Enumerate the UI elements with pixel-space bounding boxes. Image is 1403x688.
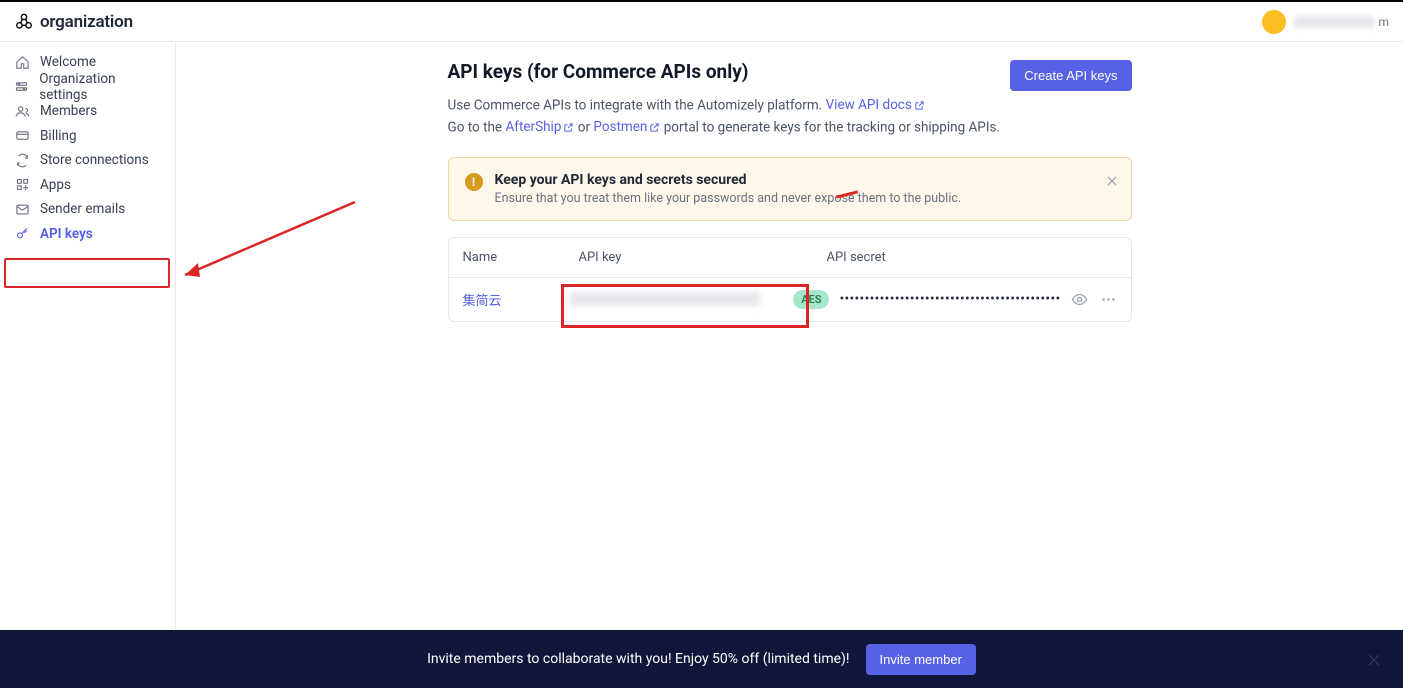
- page-title: API keys (for Commerce APIs only): [448, 60, 749, 83]
- warning-icon: !: [465, 173, 483, 191]
- secret-masked: ••••••••••••••••••••••••••••••••••••••••…: [839, 291, 1060, 307]
- table-row: 集简云 AES ••••••••••••••••••••••••••••••••…: [449, 278, 1131, 321]
- logo-icon: [14, 12, 34, 32]
- sidebar-item-label: API keys: [40, 226, 93, 242]
- close-icon[interactable]: ×: [1367, 644, 1381, 674]
- sidebar-item-label: Apps: [40, 177, 71, 193]
- reveal-secret-button[interactable]: [1071, 291, 1088, 308]
- annotation-highlight: [561, 284, 809, 328]
- sidebar-item-apps[interactable]: Apps: [0, 173, 175, 198]
- more-actions-button[interactable]: [1100, 291, 1117, 308]
- view-api-docs-link[interactable]: View API docs: [826, 97, 925, 113]
- alert-text: Ensure that you treat them like your pas…: [495, 191, 962, 206]
- external-link-icon: [649, 117, 660, 139]
- sidebar-item-label: Billing: [40, 128, 77, 144]
- sidebar-item-label: Members: [40, 103, 97, 119]
- th-name: Name: [463, 250, 579, 265]
- sidebar: Welcome Organization settings Members Bi…: [0, 42, 176, 630]
- invite-member-button[interactable]: Invite member: [866, 644, 976, 675]
- th-secret: API secret: [827, 250, 1117, 265]
- external-link-icon: [563, 117, 574, 139]
- key-icon: [14, 226, 30, 242]
- promo-banner: Invite members to collaborate with you! …: [0, 630, 1403, 688]
- card-icon: [14, 128, 30, 144]
- desc-text: or: [578, 119, 594, 135]
- desc-text: Use Commerce APIs to integrate with the …: [448, 97, 826, 113]
- sidebar-item-billing[interactable]: Billing: [0, 124, 175, 149]
- sync-icon: [14, 152, 30, 168]
- users-icon: [14, 103, 30, 119]
- sidebar-item-label: Store connections: [40, 152, 149, 168]
- page-description: Use Commerce APIs to integrate with the …: [448, 95, 1132, 139]
- user-suffix: m: [1378, 15, 1389, 29]
- page-header: API keys (for Commerce APIs only) Create…: [448, 60, 1132, 91]
- api-keys-table: Name API key API secret 集简云 AES ••••••••…: [448, 237, 1132, 322]
- annotation-highlight: [4, 258, 170, 288]
- api-key-redacted: [570, 292, 760, 306]
- close-icon[interactable]: [1105, 170, 1119, 189]
- mail-icon: [14, 201, 30, 217]
- desc-text: Go to the: [448, 119, 506, 135]
- sidebar-item-sender-emails[interactable]: Sender emails: [0, 197, 175, 222]
- sidebar-item-label: Organization settings: [39, 71, 161, 103]
- avatar: [1262, 10, 1286, 34]
- security-alert: ! Keep your API keys and secrets secured…: [448, 157, 1132, 221]
- external-link-icon: [914, 95, 925, 117]
- key-name-link[interactable]: 集简云: [463, 294, 502, 309]
- home-icon: [14, 54, 30, 70]
- gear-icon: [14, 79, 29, 95]
- promo-text: Invite members to collaborate with you! …: [427, 651, 849, 667]
- create-api-keys-button[interactable]: Create API keys: [1010, 60, 1131, 91]
- brand-name: organization: [40, 12, 133, 32]
- aes-badge: AES: [793, 290, 829, 309]
- alert-title: Keep your API keys and secrets secured: [495, 172, 962, 188]
- sidebar-item-label: Welcome: [40, 54, 96, 70]
- postmen-link[interactable]: Postmen: [593, 119, 660, 135]
- user-name-redacted: [1294, 16, 1374, 28]
- sidebar-item-store-connections[interactable]: Store connections: [0, 148, 175, 173]
- desc-text: portal to generate keys for the tracking…: [664, 119, 1000, 135]
- aftership-link[interactable]: AfterShip: [505, 119, 574, 135]
- topbar: organization m: [0, 0, 1403, 42]
- sidebar-item-api-keys[interactable]: API keys: [0, 222, 175, 247]
- main-content: API keys (for Commerce APIs only) Create…: [176, 42, 1403, 630]
- brand: organization: [14, 12, 133, 32]
- sidebar-item-label: Sender emails: [40, 201, 125, 217]
- sidebar-item-org-settings[interactable]: Organization settings: [0, 75, 175, 100]
- th-key: API key: [579, 250, 827, 265]
- grid-icon: [14, 177, 30, 193]
- topbar-user[interactable]: m: [1262, 10, 1389, 34]
- table-head: Name API key API secret: [449, 238, 1131, 278]
